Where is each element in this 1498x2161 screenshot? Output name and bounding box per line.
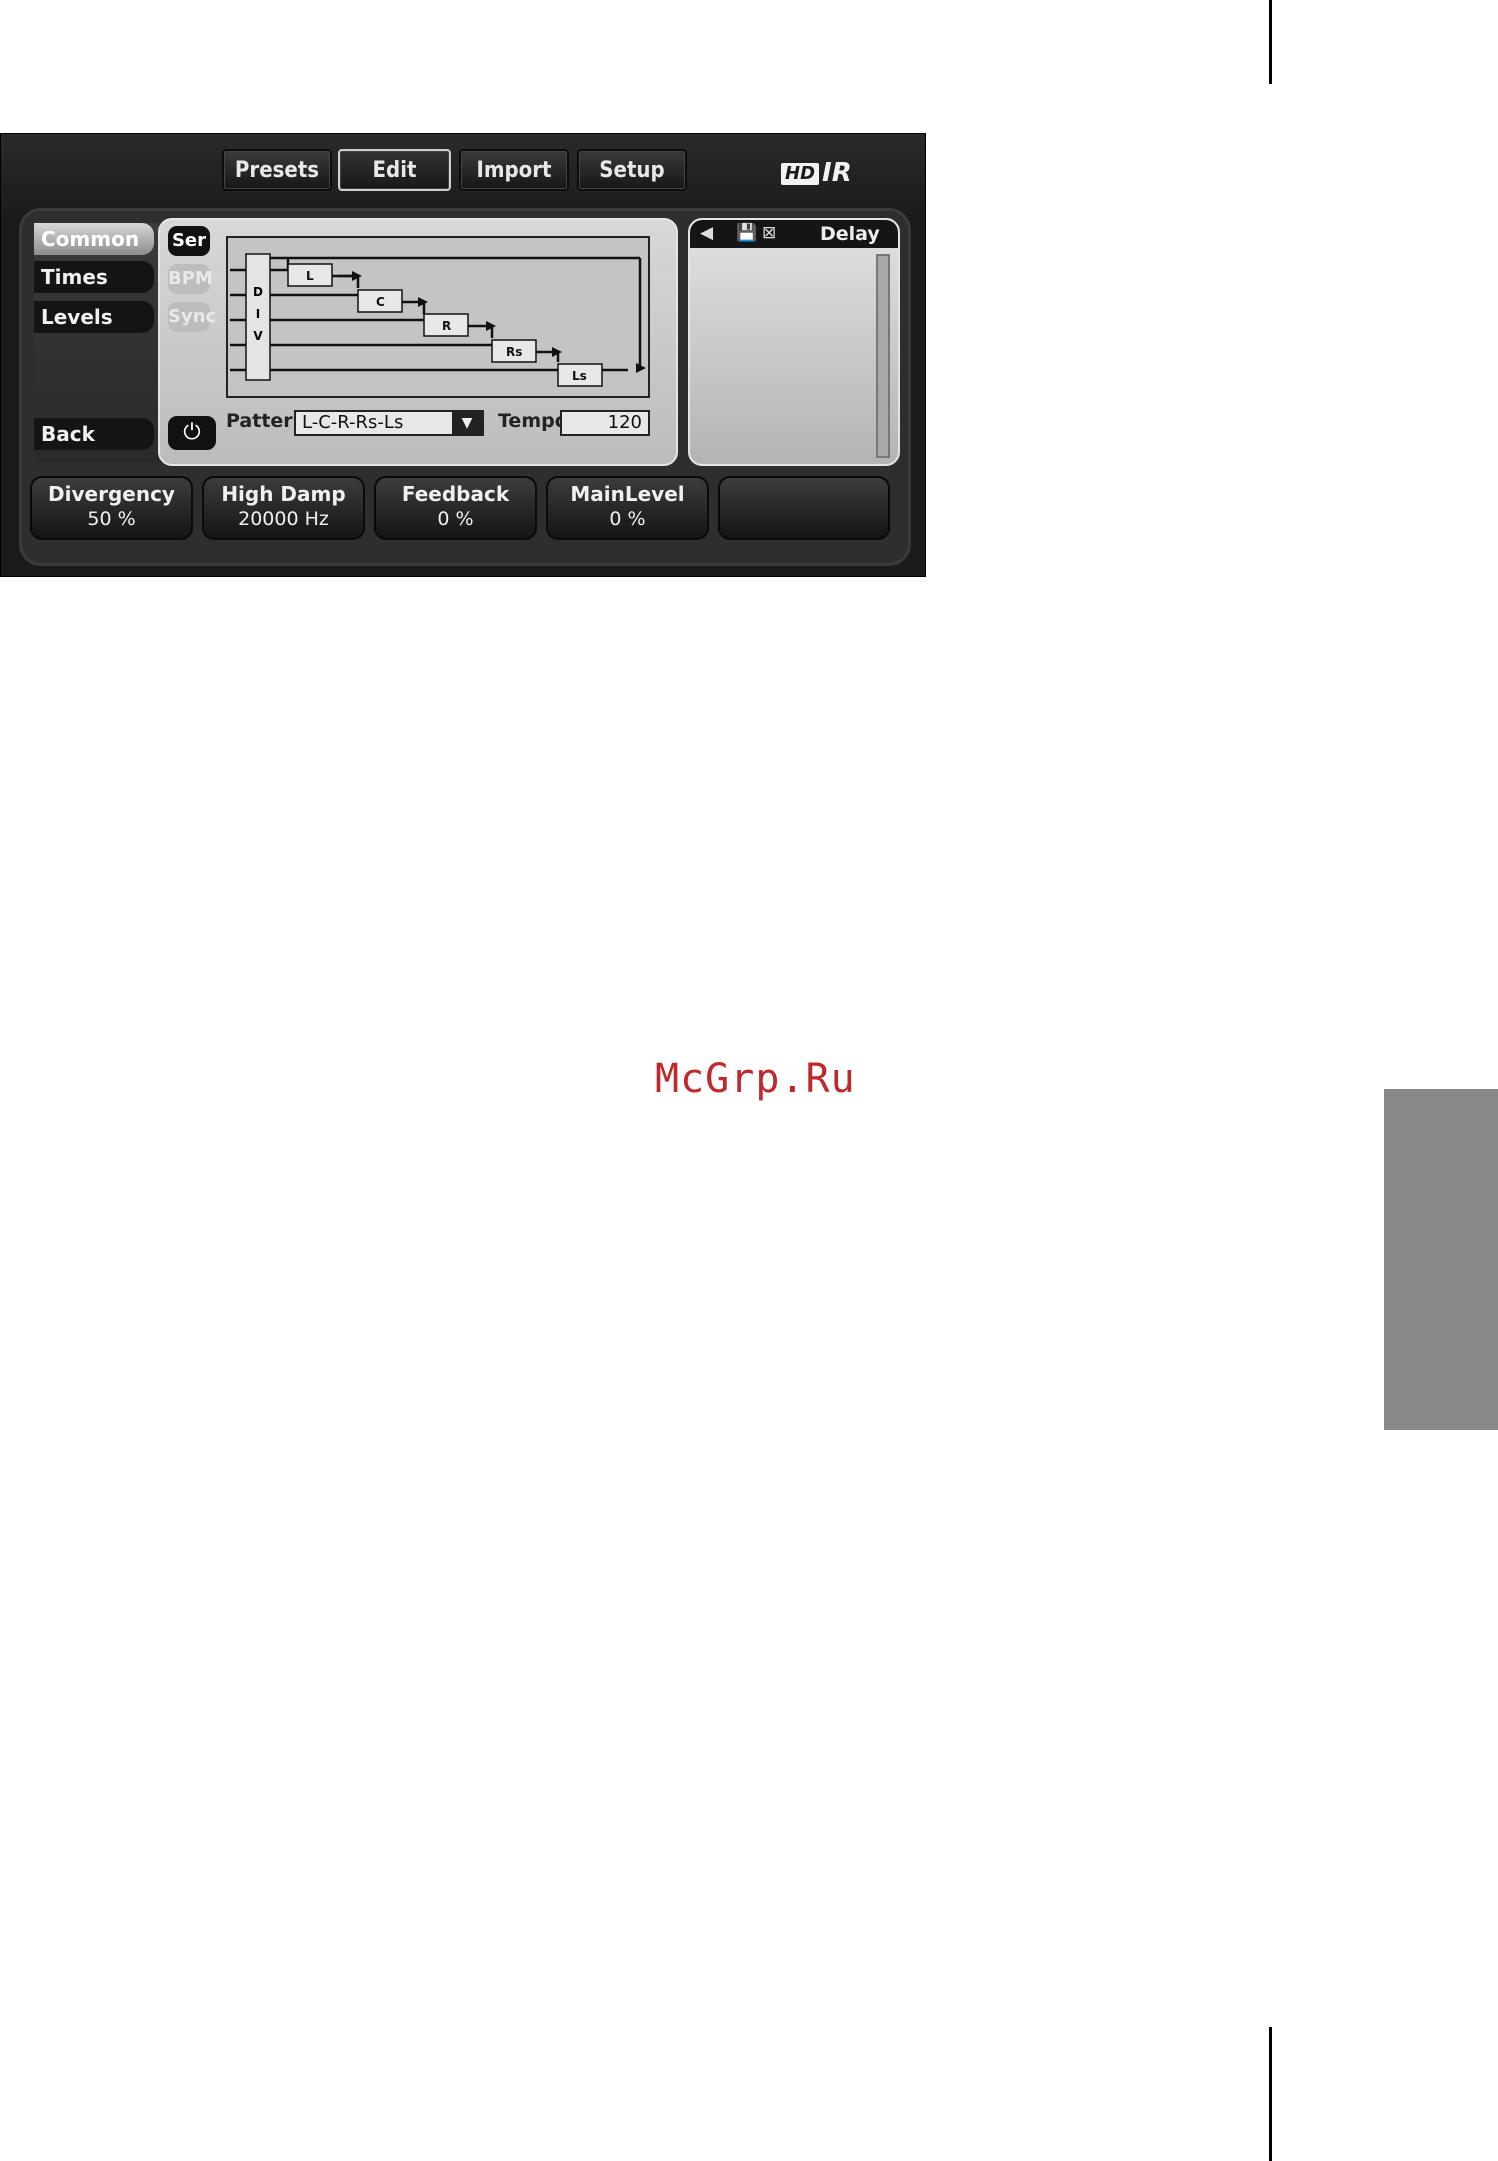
import-button[interactable]: Import	[459, 149, 569, 191]
setup-button[interactable]: Setup	[577, 149, 687, 191]
back-icon[interactable]: ◀	[700, 223, 713, 243]
routing-diagram: D I V L C R Rs Ls	[226, 236, 650, 398]
crop-mark-top	[1269, 0, 1272, 84]
channel-label-rs: Rs	[506, 345, 522, 359]
logo-ir: IR	[822, 158, 852, 188]
channel-label-c: C	[376, 295, 385, 309]
main-level-label: MainLevel	[570, 482, 685, 506]
high-damp-control[interactable]: High Damp 20000 Hz	[202, 476, 365, 540]
delay-routing-panel: Ser BPM Sync ⏻ D I V L C R Rs Ls Pattern…	[158, 218, 678, 466]
presets-button[interactable]: Presets	[222, 149, 332, 191]
sidebar-item-common[interactable]: Common	[34, 223, 154, 255]
div-letter-i: I	[256, 307, 260, 321]
power-icon: ⏻	[183, 420, 201, 445]
save-icon[interactable]: 💾	[736, 223, 757, 243]
empty-control-slot[interactable]	[718, 476, 890, 540]
main-level-value: 0 %	[609, 508, 646, 530]
toolbar: Presets Edit Import Setup HD IR	[1, 134, 925, 212]
preset-scrollbar[interactable]	[876, 254, 890, 458]
sidebar-item-levels[interactable]: Levels	[34, 301, 154, 333]
channel-label-r: R	[442, 319, 451, 333]
pattern-value: L-C-R-Rs-Ls	[302, 412, 404, 433]
delay-preset-panel: ◀ 💾 ⊠ Delay	[688, 218, 900, 466]
tempo-label: Tempo	[498, 410, 568, 432]
feedback-value: 0 %	[437, 508, 474, 530]
sidebar: Common Times Levels Back	[34, 223, 169, 463]
high-damp-value: 20000 Hz	[238, 508, 329, 530]
preset-title: Delay	[820, 223, 880, 245]
chapter-tab	[1384, 1089, 1498, 1430]
chevron-down-icon[interactable]: ▼	[452, 412, 482, 434]
channel-label-ls: Ls	[572, 369, 587, 383]
edit-button[interactable]: Edit	[338, 149, 451, 191]
back-button[interactable]: Back	[34, 418, 154, 450]
ser-toggle[interactable]: Ser	[168, 226, 210, 256]
power-button[interactable]: ⏻	[168, 416, 216, 450]
high-damp-label: High Damp	[221, 482, 346, 506]
logo-hd: HD	[781, 162, 820, 185]
plugin-window: Presets Edit Import Setup HD IR Common Ti…	[0, 133, 926, 577]
tempo-field[interactable]: 120	[560, 410, 650, 436]
preset-header: ◀ 💾 ⊠ Delay	[690, 220, 898, 248]
sync-toggle[interactable]: Sync	[168, 302, 216, 332]
bpm-toggle[interactable]: BPM	[168, 264, 213, 294]
divergency-control[interactable]: Divergency 50 %	[30, 476, 193, 540]
watermark: McGrp.Ru	[655, 1056, 856, 1102]
close-icon[interactable]: ⊠	[762, 223, 776, 243]
sidebar-item-times[interactable]: Times	[34, 261, 154, 293]
feedback-control[interactable]: Feedback 0 %	[374, 476, 537, 540]
edit-panel: Common Times Levels Back Ser BPM Sync ⏻ …	[19, 208, 911, 566]
channel-label-l: L	[306, 269, 314, 283]
main-level-control[interactable]: MainLevel 0 %	[546, 476, 709, 540]
div-letter-v: V	[253, 329, 263, 343]
crop-mark-bottom	[1269, 2027, 1272, 2161]
pattern-dropdown[interactable]: L-C-R-Rs-Ls ▼	[294, 410, 484, 436]
hdir-logo: HD IR	[781, 158, 852, 188]
div-letter-d: D	[253, 285, 263, 299]
divergency-value: 50 %	[87, 508, 136, 530]
routing-diagram-svg: D I V L C R Rs Ls	[230, 253, 646, 387]
divergency-label: Divergency	[48, 482, 175, 506]
feedback-label: Feedback	[401, 482, 510, 506]
